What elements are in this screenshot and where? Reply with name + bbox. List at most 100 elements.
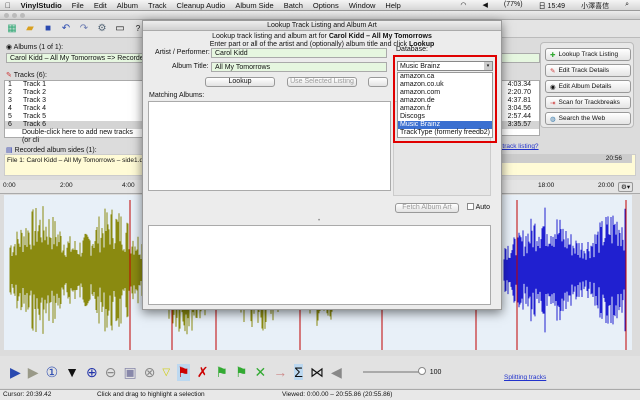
option-amazon-de[interactable]: amazon.de — [398, 97, 492, 105]
cursor-position: Cursor: 20:39.42 — [3, 391, 52, 398]
minimize-window-button[interactable] — [12, 13, 17, 18]
table-row[interactable]: 5 Track 5 — [5, 113, 143, 121]
play-icon[interactable]: ▶ — [10, 364, 21, 381]
tracks-label: ✎ Tracks (6): — [6, 72, 47, 79]
spotlight-icon[interactable]: ⌕ — [625, 1, 629, 11]
redo-icon[interactable]: ↷ — [78, 23, 90, 35]
tick-label: 18:00 — [538, 182, 555, 189]
side-duration: 20:56 — [605, 155, 622, 162]
status-bar: Cursor: 20:39.42 Click and drag to highl… — [0, 389, 640, 400]
zoom-out-icon[interactable]: ⊖ — [105, 364, 117, 381]
menu-bar:  VinylStudio File Edit Album Track Clea… — [0, 0, 640, 11]
option-amazon-com[interactable]: amazon.com — [398, 89, 492, 97]
apple-icon[interactable]:  — [5, 1, 11, 10]
side-duration-bar: 20:56 — [490, 155, 632, 163]
play-selection-icon[interactable]: ▶ — [28, 364, 39, 381]
option-amazon-co-uk[interactable]: amazon.co.uk — [398, 81, 492, 89]
menu-window[interactable]: Window — [349, 1, 376, 10]
ruler-gear-icon[interactable]: ⚙▾ — [618, 182, 634, 192]
menu-help[interactable]: Help — [385, 1, 400, 10]
new-icon[interactable]: ▦ — [6, 23, 18, 35]
search-web-button[interactable]: ◍ Search the Web — [545, 112, 631, 125]
tracks-icon: ✎ — [6, 72, 12, 79]
track-start-icon[interactable]: ⚑ — [235, 364, 248, 381]
zoom-reset-icon[interactable]: ⊗ — [144, 364, 156, 381]
clock[interactable]: 日 15:49 — [539, 1, 565, 11]
use-selected-listing-button[interactable]: Use Selected Listing — [287, 77, 357, 87]
delete-trackbreak-icon[interactable]: ✗ — [197, 364, 209, 381]
table-row[interactable]: 6 Track 6 — [5, 121, 143, 129]
dialog-intro: Lookup track listing and album art for C… — [209, 33, 435, 48]
speaker-icon[interactable]: ◀ — [331, 364, 342, 381]
table-row[interactable]: 1 Track 1 — [5, 81, 143, 89]
option-tracktype[interactable]: TrackType (formerly freedb2) — [398, 129, 492, 137]
database-options: amazon.ca amazon.co.uk amazon.com amazon… — [397, 72, 493, 138]
remove-gap-icon[interactable]: ✕ — [255, 364, 267, 381]
track-actions-panel: ✚ Lookup Track Listing ✎ Edit Track Detail… — [540, 42, 634, 128]
folder-dropdown-icon[interactable]: ▭ — [114, 23, 126, 35]
save-icon[interactable]: ■ — [42, 23, 54, 35]
matching-albums-label: Matching Albums: — [149, 92, 205, 99]
splitting-tracks-link[interactable]: Splitting tracks — [504, 374, 546, 381]
menu-album-side[interactable]: Album Side — [235, 1, 273, 10]
menu-edit[interactable]: Edit — [94, 1, 107, 10]
close-window-button[interactable] — [4, 13, 9, 18]
menu-cleanup-audio[interactable]: Cleanup Audio — [177, 1, 226, 10]
track-listing-link[interactable]: e track listing? — [497, 143, 539, 150]
add-trackbreak-icon[interactable]: ⚑ — [177, 363, 190, 381]
battery-status[interactable]: (77%) — [504, 1, 523, 11]
zoom-window-button[interactable] — [20, 13, 25, 18]
album-title-input[interactable]: All My Tomorrows — [211, 62, 387, 72]
split-trackbreak-icon[interactable]: ⚑ — [215, 364, 228, 381]
lookup-button[interactable]: Lookup — [205, 77, 275, 87]
settings-gear-icon[interactable]: ⚙ — [96, 23, 108, 35]
dialog-title: Lookup Track Listing and Album Art — [143, 21, 501, 31]
option-amazon-ca[interactable]: amazon.ca — [398, 73, 492, 81]
menu-options[interactable]: Options — [313, 1, 339, 10]
track-listing-preview[interactable] — [148, 225, 491, 305]
zoom-fit-icon[interactable]: ▣ — [123, 364, 136, 381]
sum-icon[interactable]: Σ — [294, 364, 303, 380]
dialog-button-hidden[interactable] — [368, 77, 388, 87]
add-track-hint[interactable]: Double-click here to add new tracks (or … — [5, 129, 143, 144]
play-one-icon[interactable]: ① — [46, 364, 59, 381]
option-amazon-fr[interactable]: amazon.fr — [398, 105, 492, 113]
splitter-handle[interactable]: • — [318, 218, 320, 224]
volume-slider[interactable] — [362, 367, 426, 375]
menu-track[interactable]: Track — [148, 1, 166, 10]
lookup-track-listing-button[interactable]: ✚ Lookup Track Listing — [545, 48, 631, 61]
menu-file[interactable]: File — [72, 1, 84, 10]
matching-albums-list[interactable] — [148, 101, 391, 191]
menu-batch[interactable]: Batch — [284, 1, 303, 10]
open-folder-icon[interactable]: ▰ — [24, 23, 36, 35]
volume-icon[interactable]: ◀ — [483, 1, 488, 11]
zoom-in-icon[interactable]: ⊕ — [86, 364, 98, 381]
artist-label: Artist / Performer: — [155, 49, 210, 56]
artist-input[interactable]: Carol Kidd — [211, 48, 387, 58]
auto-checkbox[interactable]: Auto — [467, 203, 490, 211]
option-music-brainz[interactable]: Music Brainz — [398, 121, 492, 129]
edit-album-details-button[interactable]: ◉ Edit Album Details — [545, 80, 631, 93]
option-discogs[interactable]: Discogs — [398, 113, 492, 121]
waveform-right-segment — [503, 207, 626, 333]
filter-icon[interactable]: ▼ — [65, 364, 79, 380]
table-row[interactable]: 3 Track 3 — [5, 97, 143, 105]
track-list[interactable]: 1 Track 1 2 Track 2 3 Track 3 4 Track 4 5 Tra… — [4, 80, 144, 144]
volume-value: 100 — [429, 368, 442, 376]
database-select[interactable]: Music Brainz ▾ — [397, 61, 493, 71]
user-name[interactable]: 小澤喜信 — [581, 1, 609, 11]
undo-icon[interactable]: ↶ — [60, 23, 72, 35]
edit-track-details-button[interactable]: ✎ Edit Track Details — [545, 64, 631, 77]
tick-label: 0:00 — [3, 182, 16, 189]
move-marker-icon[interactable]: → — [273, 364, 287, 380]
bowtie-icon[interactable]: ⋈ — [310, 364, 324, 381]
scan-trackbreaks-button[interactable]: ⇥ Scan for Trackbreaks — [545, 96, 631, 109]
viewed-range: Viewed: 0:00.00 – 20:55.86 (20:55.86) — [282, 391, 393, 398]
table-row[interactable]: 4 Track 4 — [5, 105, 143, 113]
wifi-icon[interactable]: ◠ — [460, 1, 466, 11]
fetch-album-art-button[interactable]: Fetch Album Art — [395, 203, 459, 213]
table-row[interactable]: 2 Track 2 — [5, 89, 143, 97]
menu-album[interactable]: Album — [117, 1, 138, 10]
marker-down-icon[interactable]: ▽ — [162, 367, 170, 378]
menu-app[interactable]: VinylStudio — [21, 1, 62, 10]
